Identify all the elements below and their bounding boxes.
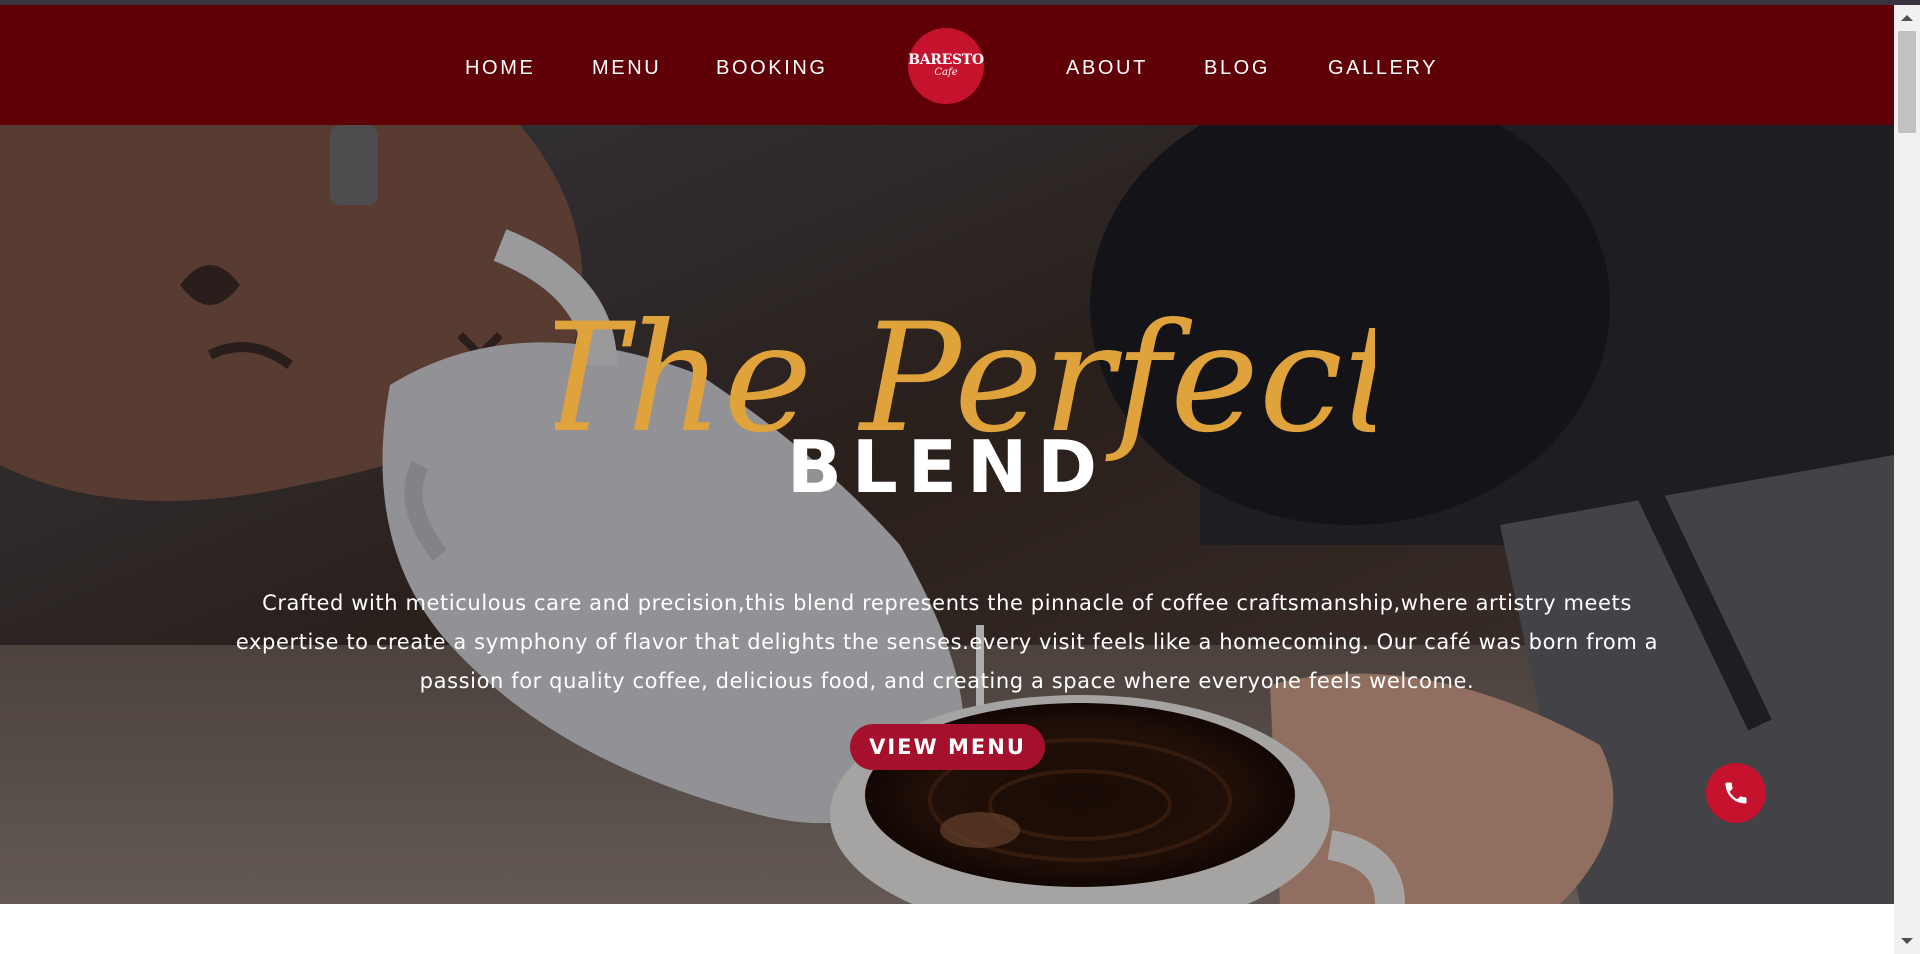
main-navbar: HOME MENU BOOKING BARESTO Cafe ABOUT BLO…	[0, 5, 1894, 125]
nav-blog[interactable]: BLOG	[1204, 53, 1270, 83]
hero-description: Crafted with meticulous care and precisi…	[235, 591, 1659, 693]
scroll-down-icon[interactable]	[1901, 938, 1913, 944]
baresto-logo[interactable]: BARESTO Cafe	[908, 28, 984, 104]
next-section-start	[0, 904, 1894, 954]
nav-booking[interactable]: BOOKING	[716, 53, 828, 83]
hero-section: The Perfect BLEND Crafted with meticulou…	[0, 125, 1894, 904]
logo-name: BARESTO	[908, 52, 984, 68]
scroll-up-icon[interactable]	[1901, 15, 1913, 21]
hero-title: BLEND	[787, 425, 1107, 509]
logo-sub: Cafe	[934, 67, 958, 78]
hero-overlay	[0, 125, 1894, 904]
nav-menu[interactable]: MENU	[592, 53, 661, 83]
scroll-thumb[interactable]	[1898, 31, 1916, 133]
page-scrollbar[interactable]	[1894, 5, 1920, 954]
nav-gallery[interactable]: GALLERY	[1328, 53, 1438, 83]
call-button[interactable]	[1706, 763, 1766, 823]
nav-home[interactable]: HOME	[465, 53, 535, 83]
view-menu-button[interactable]: VIEW MENU	[850, 724, 1045, 770]
nav-about[interactable]: ABOUT	[1066, 53, 1148, 83]
phone-icon	[1725, 782, 1747, 804]
